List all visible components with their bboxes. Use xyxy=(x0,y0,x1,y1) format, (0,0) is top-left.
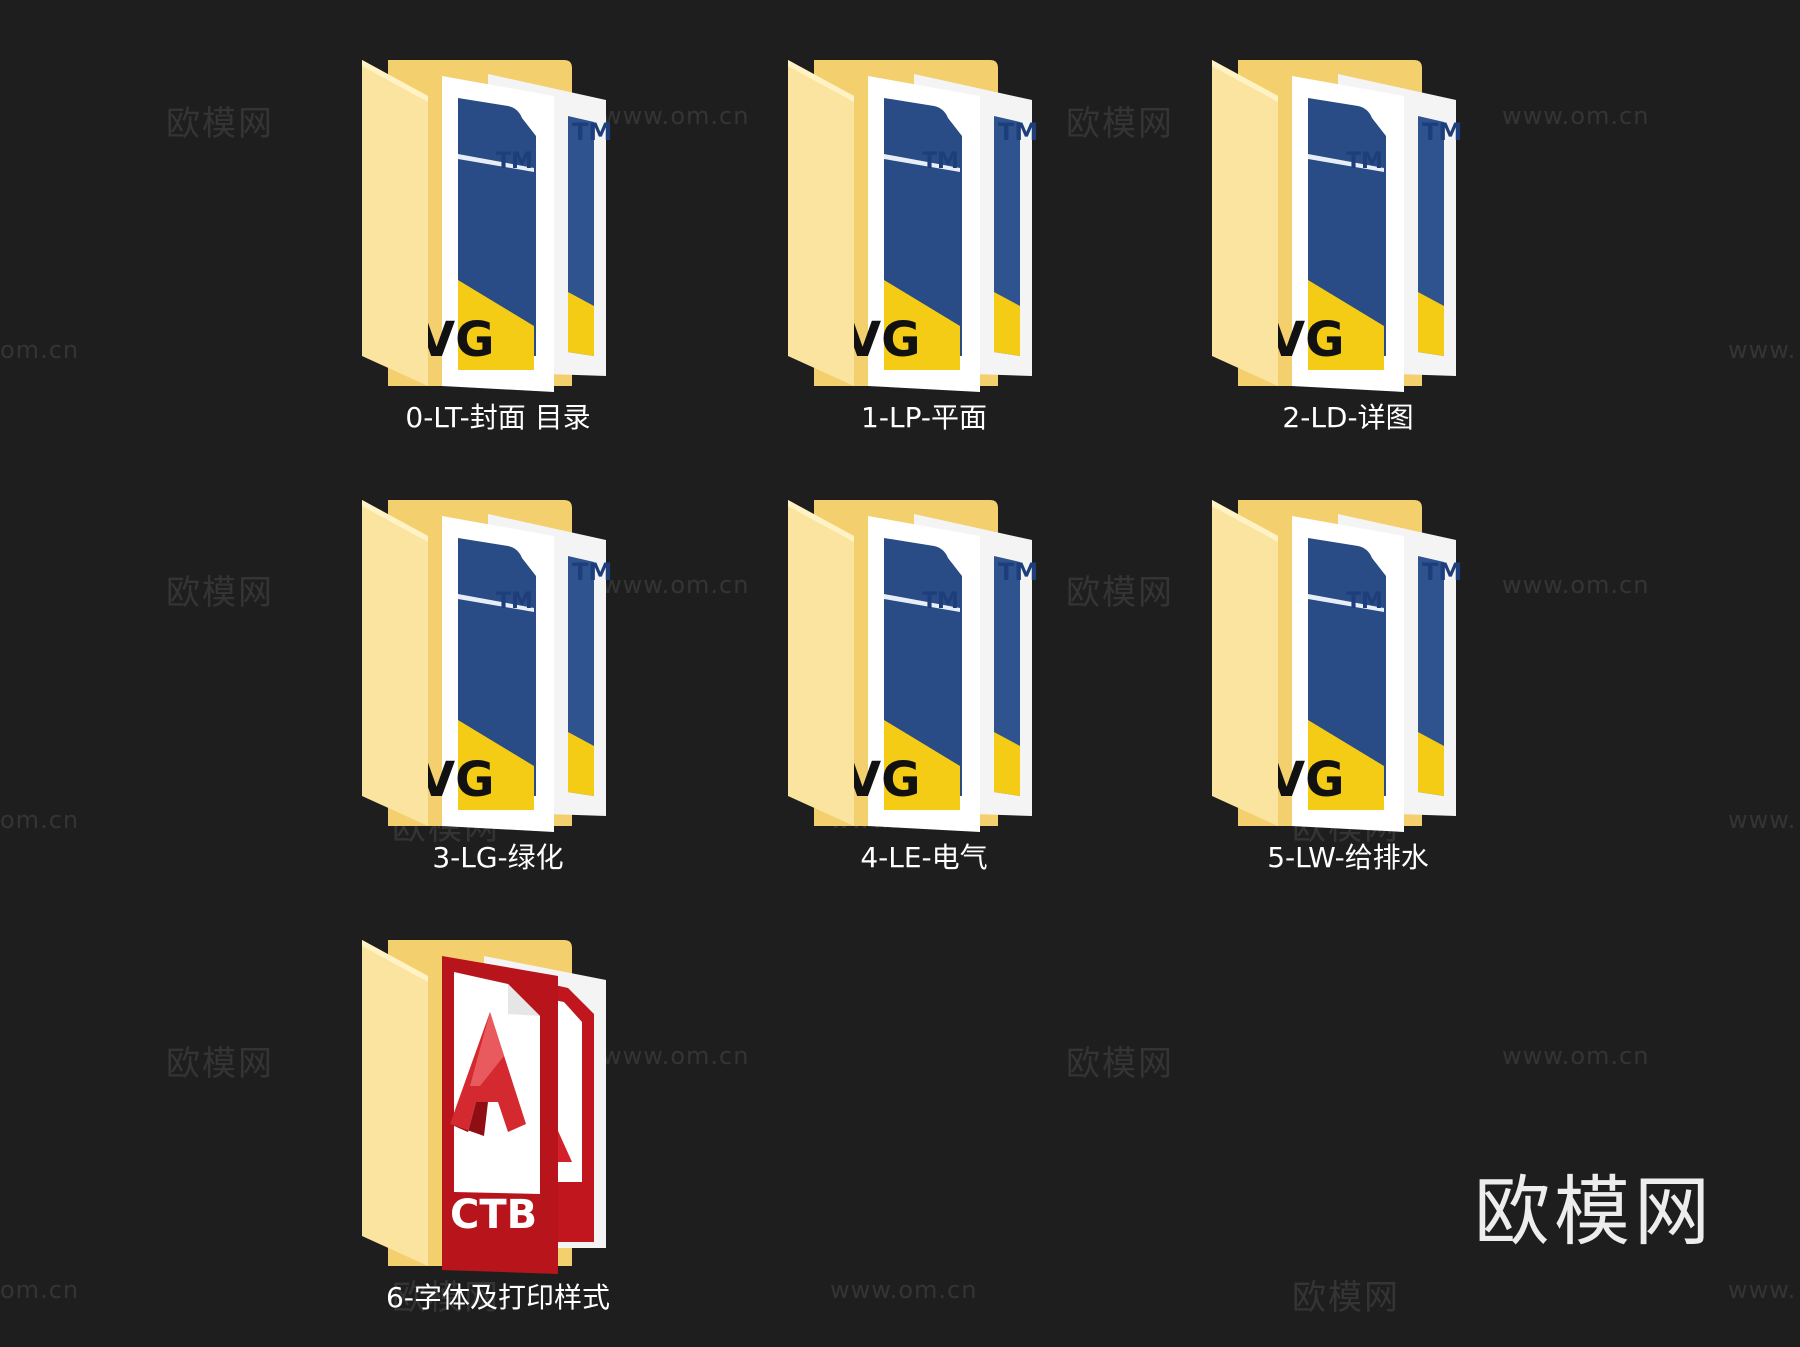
watermark-url-fragment: om.cn xyxy=(0,1276,80,1304)
dwg-text: VG xyxy=(1268,312,1345,368)
tm-mark: TM xyxy=(572,118,612,146)
folder-item[interactable]: TM TM VG 1-LP-平面 xyxy=(744,56,1104,476)
folder-name: 4-LE-电气 xyxy=(860,841,988,874)
folder-name: 0-LT-封面 目录 xyxy=(405,401,591,434)
folder-dwg-graphic: TM TM VG xyxy=(362,500,612,832)
folder-ctb-icon: CTB xyxy=(358,936,638,1296)
folder-item[interactable]: TM TM VG 4-LE-电气 xyxy=(744,496,1104,916)
folder-name: 2-LD-详图 xyxy=(1282,401,1414,434)
tm-mark: TM xyxy=(922,589,959,614)
folder-name: 5-LW-给排水 xyxy=(1267,841,1429,874)
folder-item[interactable]: CTB 6-字体及打印样式 xyxy=(318,936,678,1347)
folder-item[interactable]: TM TM VG 0-LT-封面 目录 xyxy=(318,56,678,476)
folder-dwg-graphic: TM TM VG xyxy=(788,500,1038,832)
folder-name: 6-字体及打印样式 xyxy=(386,1281,610,1314)
folder-dwg-graphic: TM TM VG xyxy=(362,60,612,392)
folder-dwg-icon: TM TM VG xyxy=(1208,56,1488,416)
tm-mark: TM xyxy=(922,149,959,174)
folder-dwg-graphic: TM TM VG xyxy=(788,60,1038,392)
folder-dwg-icon: TM TM VG xyxy=(784,496,1064,856)
tm-mark: TM xyxy=(496,589,533,614)
folder-dwg-graphic: TM TM VG xyxy=(1212,60,1462,392)
dwg-text: VG xyxy=(844,752,921,808)
tm-mark: TM xyxy=(572,558,612,586)
dwg-text: VG xyxy=(418,312,495,368)
folder-name: 3-LG-绿化 xyxy=(432,841,564,874)
watermark-url: www.om.cn xyxy=(1502,1042,1650,1070)
folder-dwg-graphic: TM TM VG xyxy=(1212,500,1462,832)
watermark-brand: 欧模网 xyxy=(166,104,274,144)
watermark-url-fragment: om.cn xyxy=(0,336,80,364)
folder-dwg-icon: TM TM VG xyxy=(784,56,1064,416)
dwg-text: VG xyxy=(418,752,495,808)
watermark-url-fragment: www. xyxy=(1728,1276,1797,1304)
watermark-brand: 欧模网 xyxy=(166,573,274,613)
folder-dwg-icon: TM TM VG xyxy=(1208,496,1488,856)
tm-mark: TM xyxy=(1346,149,1383,174)
dwg-text: VG xyxy=(1268,752,1345,808)
watermark-brand: 欧模网 xyxy=(166,1044,274,1084)
ctb-text: CTB xyxy=(450,1192,537,1238)
folder-item[interactable]: TM TM VG 2-LD-详图 xyxy=(1168,56,1528,476)
folder-item[interactable]: TM TM VG 3-LG-绿化 xyxy=(318,496,678,916)
folder-dwg-icon: TM TM VG xyxy=(358,496,638,856)
watermark-url-fragment: www. xyxy=(1728,336,1797,364)
tm-mark: TM xyxy=(1422,118,1462,146)
tm-mark: TM xyxy=(998,558,1038,586)
watermark-url-fragment: om.cn xyxy=(0,806,80,834)
watermark-brand: 欧模网 xyxy=(1292,1278,1400,1318)
tm-mark: TM xyxy=(496,149,533,174)
folder-name: 1-LP-平面 xyxy=(861,401,987,434)
tm-mark: TM xyxy=(1422,558,1462,586)
watermark-url: www.om.cn xyxy=(830,1276,978,1304)
folder-item[interactable]: TM TM VG 5-LW-给排水 xyxy=(1168,496,1528,916)
folder-dwg-icon: TM TM VG xyxy=(358,56,638,416)
folder-ctb-graphic: CTB xyxy=(362,940,606,1274)
tm-mark: TM xyxy=(998,118,1038,146)
dwg-text: VG xyxy=(844,312,921,368)
tm-mark: TM xyxy=(1346,589,1383,614)
watermark-brand-large: 欧模网 xyxy=(1474,1167,1714,1256)
file-explorer-view: 欧模网 www.om.cn 欧模网 www.om.cn om.cn 欧模网 ww… xyxy=(0,0,1800,1347)
watermark-url-fragment: www. xyxy=(1728,806,1797,834)
watermark-brand: 欧模网 xyxy=(1066,1044,1174,1084)
